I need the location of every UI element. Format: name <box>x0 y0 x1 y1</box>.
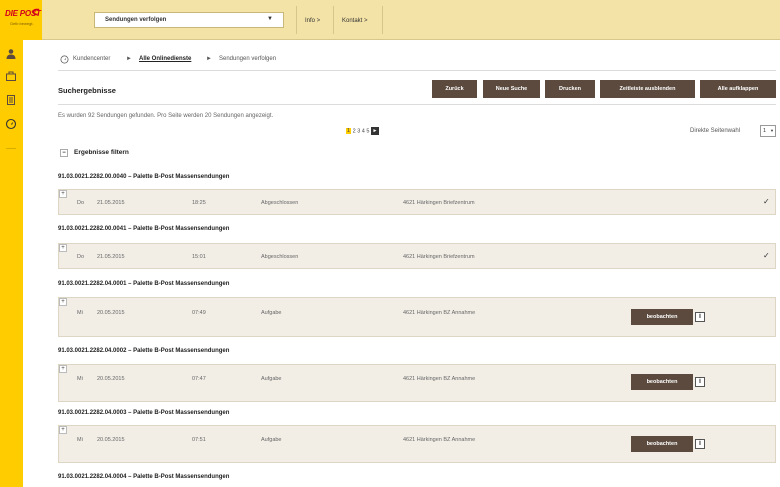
expand-all-button[interactable]: Alle aufklappen <box>700 80 776 98</box>
event-status: Aufgabe <box>261 310 282 316</box>
divider <box>296 6 297 34</box>
page-5-link[interactable]: 5 <box>366 128 369 134</box>
collapse-icon: − <box>60 149 68 157</box>
shipment-title[interactable]: 91.03.0021.2282.00.0040 – Palette B-Post… <box>58 174 229 180</box>
print-button[interactable]: Drucken <box>545 80 595 98</box>
sidebar <box>0 40 23 487</box>
shipment-title[interactable]: 91.03.0021.2282.04.0003 – Palette B-Post… <box>58 410 229 416</box>
chevron-right-icon: ► <box>126 56 132 62</box>
event-location: 4621 Härkingen Briefzentrum <box>403 254 475 260</box>
expand-icon[interactable]: + <box>59 244 67 252</box>
back-button[interactable]: Zurück <box>432 80 477 98</box>
chevron-down-icon: ▼ <box>770 128 774 133</box>
event-location: 4621 Härkingen Briefzentrum <box>403 200 475 206</box>
service-select-value: Sendungen verfolgen <box>105 17 167 23</box>
hide-timeline-button[interactable]: Zeitleiste ausblenden <box>600 80 695 98</box>
event-time: 07:47 <box>192 376 206 382</box>
top-bar: DIE POST Gelb bewegt. Sendungen verfolge… <box>0 0 780 40</box>
event-date: 21.05.2015 <box>97 200 125 206</box>
expand-icon[interactable]: + <box>59 365 67 373</box>
shipment-title[interactable]: 91.03.0021.2282.04.0001 – Palette B-Post… <box>58 281 229 287</box>
divider <box>58 70 776 71</box>
compass-icon[interactable] <box>5 118 17 130</box>
event-date: 20.05.2015 <box>97 376 125 382</box>
chevron-right-icon: ► <box>206 56 212 62</box>
new-search-button[interactable]: Neue Suche <box>483 80 540 98</box>
event-status: Aufgabe <box>261 437 282 443</box>
document-list-icon[interactable] <box>5 94 17 106</box>
shipment-title[interactable]: 91.03.0021.2282.00.0041 – Palette B-Post… <box>58 226 229 232</box>
info-icon[interactable]: i <box>695 439 705 449</box>
page-1-link[interactable]: 1 <box>346 128 352 135</box>
event-time: 07:51 <box>192 437 206 443</box>
results-summary: Es wurden 92 Sendungen gefunden. Pro Sei… <box>58 113 274 119</box>
page-2-link[interactable]: 2 <box>353 128 356 134</box>
chevron-down-icon: ▼ <box>267 16 273 22</box>
info-icon[interactable]: i <box>695 312 705 322</box>
event-status: Aufgabe <box>261 376 282 382</box>
event-time: 07:49 <box>192 310 206 316</box>
observe-button[interactable]: beobachten <box>631 436 693 452</box>
briefcase-icon[interactable] <box>5 70 17 82</box>
next-page-icon[interactable]: ► <box>370 127 379 135</box>
event-date: 20.05.2015 <box>97 310 125 316</box>
observe-button[interactable]: beobachten <box>631 374 693 390</box>
event-status: Abgeschlossen <box>261 254 299 260</box>
shipment-event-row: + Do 21.05.2015 18:25 Abgeschlossen 4621… <box>58 189 776 215</box>
user-icon[interactable] <box>5 48 17 60</box>
pagination: 1 2 3 4 5 ► <box>346 127 379 136</box>
event-day: Mi <box>77 310 83 316</box>
event-day: Do <box>77 254 85 260</box>
breadcrumb-onlinedienste[interactable]: Alle Onlinedienste <box>139 56 191 66</box>
page-3-link[interactable]: 3 <box>357 128 360 134</box>
event-time: 18:25 <box>192 200 206 206</box>
logo-tagline: Gelb bewegt. <box>10 21 34 26</box>
divider <box>382 6 383 34</box>
service-select[interactable]: Sendungen verfolgen ▼ <box>94 12 284 28</box>
post-logo[interactable]: DIE POST Gelb bewegt. <box>0 0 42 40</box>
event-location: 4621 Härkingen BZ Annahme <box>403 437 476 443</box>
event-date: 21.05.2015 <box>97 254 125 260</box>
shipment-event-row: + Do 21.05.2015 15:01 Abgeschlossen 4621… <box>58 243 776 269</box>
event-time: 15:01 <box>192 254 206 260</box>
direct-page-select[interactable]: 1 ▼ <box>760 125 776 137</box>
divider <box>333 6 334 34</box>
divider <box>58 104 776 105</box>
event-day: Do <box>77 200 85 206</box>
event-day: Mi <box>77 376 83 382</box>
sidebar-divider <box>6 148 16 149</box>
shipment-title[interactable]: 91.03.0021.2282.04.0004 – Palette B-Post… <box>58 474 229 480</box>
checkmark-icon: ✓ <box>763 251 770 260</box>
filter-toggle[interactable]: − Ergebnisse filtern <box>60 149 129 157</box>
shipment-title[interactable]: 91.03.0021.2282.04.0002 – Palette B-Post… <box>58 348 229 354</box>
direct-page-label: Direkte Seitenwahl <box>690 128 741 134</box>
post-horn-icon <box>32 8 40 16</box>
kontakt-link[interactable]: Kontakt > <box>342 18 368 24</box>
shipment-event-row: + Mi 20.05.2015 07:49 Aufgabe 4621 Härki… <box>58 297 776 337</box>
info-icon[interactable]: i <box>695 377 705 387</box>
expand-icon[interactable]: + <box>59 426 67 434</box>
filter-label: Ergebnisse filtern <box>74 149 129 156</box>
event-location: 4621 Härkingen BZ Annahme <box>403 376 476 382</box>
observe-button[interactable]: beobachten <box>631 309 693 325</box>
page-4-link[interactable]: 4 <box>362 128 365 134</box>
expand-icon[interactable]: + <box>59 298 67 306</box>
event-date: 20.05.2015 <box>97 437 125 443</box>
event-day: Mi <box>77 437 83 443</box>
info-link[interactable]: Info > <box>305 18 320 24</box>
expand-icon[interactable]: + <box>59 190 67 198</box>
breadcrumb-current: Sendungen verfolgen <box>219 56 277 62</box>
event-location: 4621 Härkingen BZ Annahme <box>403 310 476 316</box>
page-title: Suchergebnisse <box>58 86 116 95</box>
breadcrumb-kundencenter[interactable]: Kundencenter <box>73 56 110 66</box>
event-status: Abgeschlossen <box>261 200 299 206</box>
direct-page-value: 1 <box>763 128 767 134</box>
compass-icon <box>60 55 69 64</box>
checkmark-icon: ✓ <box>763 197 770 206</box>
shipment-event-row: + Mi 20.05.2015 07:47 Aufgabe 4621 Härki… <box>58 364 776 402</box>
shipment-event-row: + Mi 20.05.2015 07:51 Aufgabe 4621 Härki… <box>58 425 776 463</box>
